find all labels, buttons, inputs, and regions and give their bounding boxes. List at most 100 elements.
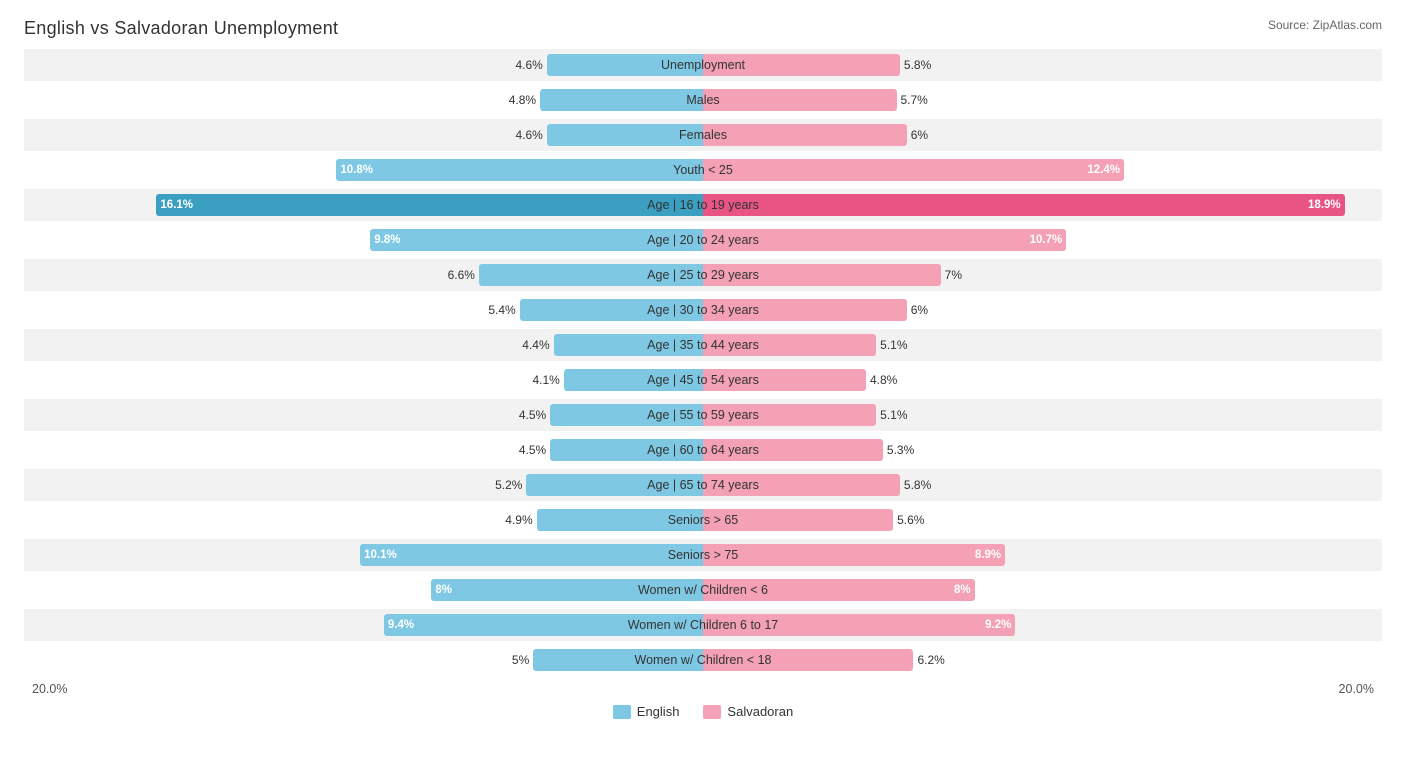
bar-english: 8% <box>431 579 703 601</box>
chart-row: 10.8% Youth < 25 12.4% <box>24 154 1382 186</box>
bar-label-inside-left: 9.8% <box>374 234 400 246</box>
chart-row: 6.6% Age | 25 to 29 years 7% <box>24 259 1382 291</box>
bar-label-left: 4.6% <box>515 58 542 72</box>
bar-label-inside-right: 8.9% <box>975 549 1001 561</box>
bar-label-right: 5.1% <box>880 338 907 352</box>
axis-row: 20.0% 20.0% <box>24 682 1382 696</box>
bar-label-right: 5.8% <box>904 58 931 72</box>
bar-label-inside-right: 10.7% <box>1030 234 1063 246</box>
chart-row: 4.6% Females 6% <box>24 119 1382 151</box>
bar-english: 10.8% <box>336 159 703 181</box>
bar-salvadoran: 7% <box>703 264 941 286</box>
bar-english: 16.1% <box>156 194 703 216</box>
bar-salvadoran: 5.8% <box>703 474 900 496</box>
bar-label-inside-left: 10.8% <box>340 164 373 176</box>
bar-english: 4.5% <box>550 439 703 461</box>
axis-right: 20.0% <box>703 682 1382 696</box>
chart-row: 9.4% Women w/ Children 6 to 17 9.2% <box>24 609 1382 641</box>
legend-english-box <box>613 705 631 719</box>
legend-salvadoran: Salvadoran <box>703 704 793 719</box>
chart-row: 4.9% Seniors > 65 5.6% <box>24 504 1382 536</box>
bar-label-inside-right: 18.9% <box>1308 199 1341 211</box>
bar-english: 4.4% <box>554 334 703 356</box>
bar-salvadoran: 9.2% <box>703 614 1015 636</box>
bar-label-right: 6.2% <box>917 653 944 667</box>
legend-english: English <box>613 704 680 719</box>
bar-salvadoran: 18.9% <box>703 194 1345 216</box>
bar-english: 5% <box>533 649 703 671</box>
bar-label-right: 4.8% <box>870 373 897 387</box>
chart-row: 8% Women w/ Children < 6 8% <box>24 574 1382 606</box>
bar-label-inside-left: 10.1% <box>364 549 397 561</box>
bar-english: 4.5% <box>550 404 703 426</box>
bar-label-inside-left: 8% <box>435 584 452 596</box>
chart-row: 4.8% Males 5.7% <box>24 84 1382 116</box>
bar-english: 4.9% <box>537 509 703 531</box>
chart-container: English vs Salvadoran Unemployment Sourc… <box>0 0 1406 737</box>
bar-label-left: 4.5% <box>519 408 546 422</box>
chart-row: 16.1% Age | 16 to 19 years 18.9% <box>24 189 1382 221</box>
bar-label-left: 5.2% <box>495 478 522 492</box>
bar-label-inside-right: 9.2% <box>985 619 1011 631</box>
bar-label-left: 4.9% <box>505 513 532 527</box>
bar-label-right: 5.8% <box>904 478 931 492</box>
chart-row: 4.5% Age | 55 to 59 years 5.1% <box>24 399 1382 431</box>
bar-label-inside-left: 16.1% <box>160 199 193 211</box>
bar-salvadoran: 5.1% <box>703 334 876 356</box>
bar-label-left: 4.8% <box>509 93 536 107</box>
chart-row: 4.6% Unemployment 5.8% <box>24 49 1382 81</box>
chart-row: 4.1% Age | 45 to 54 years 4.8% <box>24 364 1382 396</box>
rows-wrapper: 4.6% Unemployment 5.8% 4.8% Males 5.7% 4… <box>24 49 1382 676</box>
axis-label-right: 20.0% <box>1339 682 1374 696</box>
bar-label-right: 5.3% <box>887 443 914 457</box>
chart-row: 5% Women w/ Children < 18 6.2% <box>24 644 1382 676</box>
bar-label-left: 4.4% <box>522 338 549 352</box>
chart-source: Source: ZipAtlas.com <box>1268 18 1382 32</box>
bar-label-right: 6% <box>911 303 928 317</box>
bar-label-left: 4.1% <box>532 373 559 387</box>
bar-english: 6.6% <box>479 264 703 286</box>
bar-label-inside-right: 12.4% <box>1087 164 1120 176</box>
bar-salvadoran: 6.2% <box>703 649 913 671</box>
bar-english: 4.6% <box>547 124 703 146</box>
bar-salvadoran: 5.1% <box>703 404 876 426</box>
bar-label-left: 4.6% <box>515 128 542 142</box>
chart-row: 4.5% Age | 60 to 64 years 5.3% <box>24 434 1382 466</box>
chart-row: 4.4% Age | 35 to 44 years 5.1% <box>24 329 1382 361</box>
bar-english: 4.1% <box>564 369 703 391</box>
bar-label-right: 5.6% <box>897 513 924 527</box>
chart-row: 9.8% Age | 20 to 24 years 10.7% <box>24 224 1382 256</box>
chart-row: 10.1% Seniors > 75 8.9% <box>24 539 1382 571</box>
legend-salvadoran-box <box>703 705 721 719</box>
legend-salvadoran-label: Salvadoran <box>727 704 793 719</box>
axis-label-left: 20.0% <box>32 682 67 696</box>
bar-label-right: 5.1% <box>880 408 907 422</box>
bar-english: 5.4% <box>520 299 703 321</box>
bar-salvadoran: 4.8% <box>703 369 866 391</box>
bar-label-left: 5% <box>512 653 529 667</box>
bar-english: 9.4% <box>384 614 703 636</box>
bar-label-left: 5.4% <box>488 303 515 317</box>
bar-salvadoran: 5.3% <box>703 439 883 461</box>
bar-english: 9.8% <box>370 229 703 251</box>
bar-salvadoran: 5.6% <box>703 509 893 531</box>
chart-row: 5.2% Age | 65 to 74 years 5.8% <box>24 469 1382 501</box>
bar-label-left: 6.6% <box>448 268 475 282</box>
bar-label-right: 7% <box>945 268 962 282</box>
bar-label-right: 5.7% <box>901 93 928 107</box>
bar-english: 4.6% <box>547 54 703 76</box>
bar-label-right: 6% <box>911 128 928 142</box>
bar-salvadoran: 10.7% <box>703 229 1066 251</box>
chart-row: 5.4% Age | 30 to 34 years 6% <box>24 294 1382 326</box>
bar-salvadoran: 5.7% <box>703 89 897 111</box>
legend-english-label: English <box>637 704 680 719</box>
legend: English Salvadoran <box>24 704 1382 719</box>
bar-salvadoran: 6% <box>703 299 907 321</box>
bar-label-inside-right: 8% <box>954 584 971 596</box>
bar-english: 4.8% <box>540 89 703 111</box>
axis-left: 20.0% <box>24 682 703 696</box>
bar-label-inside-left: 9.4% <box>388 619 414 631</box>
bar-salvadoran: 12.4% <box>703 159 1124 181</box>
bar-salvadoran: 8% <box>703 579 975 601</box>
bar-salvadoran: 8.9% <box>703 544 1005 566</box>
